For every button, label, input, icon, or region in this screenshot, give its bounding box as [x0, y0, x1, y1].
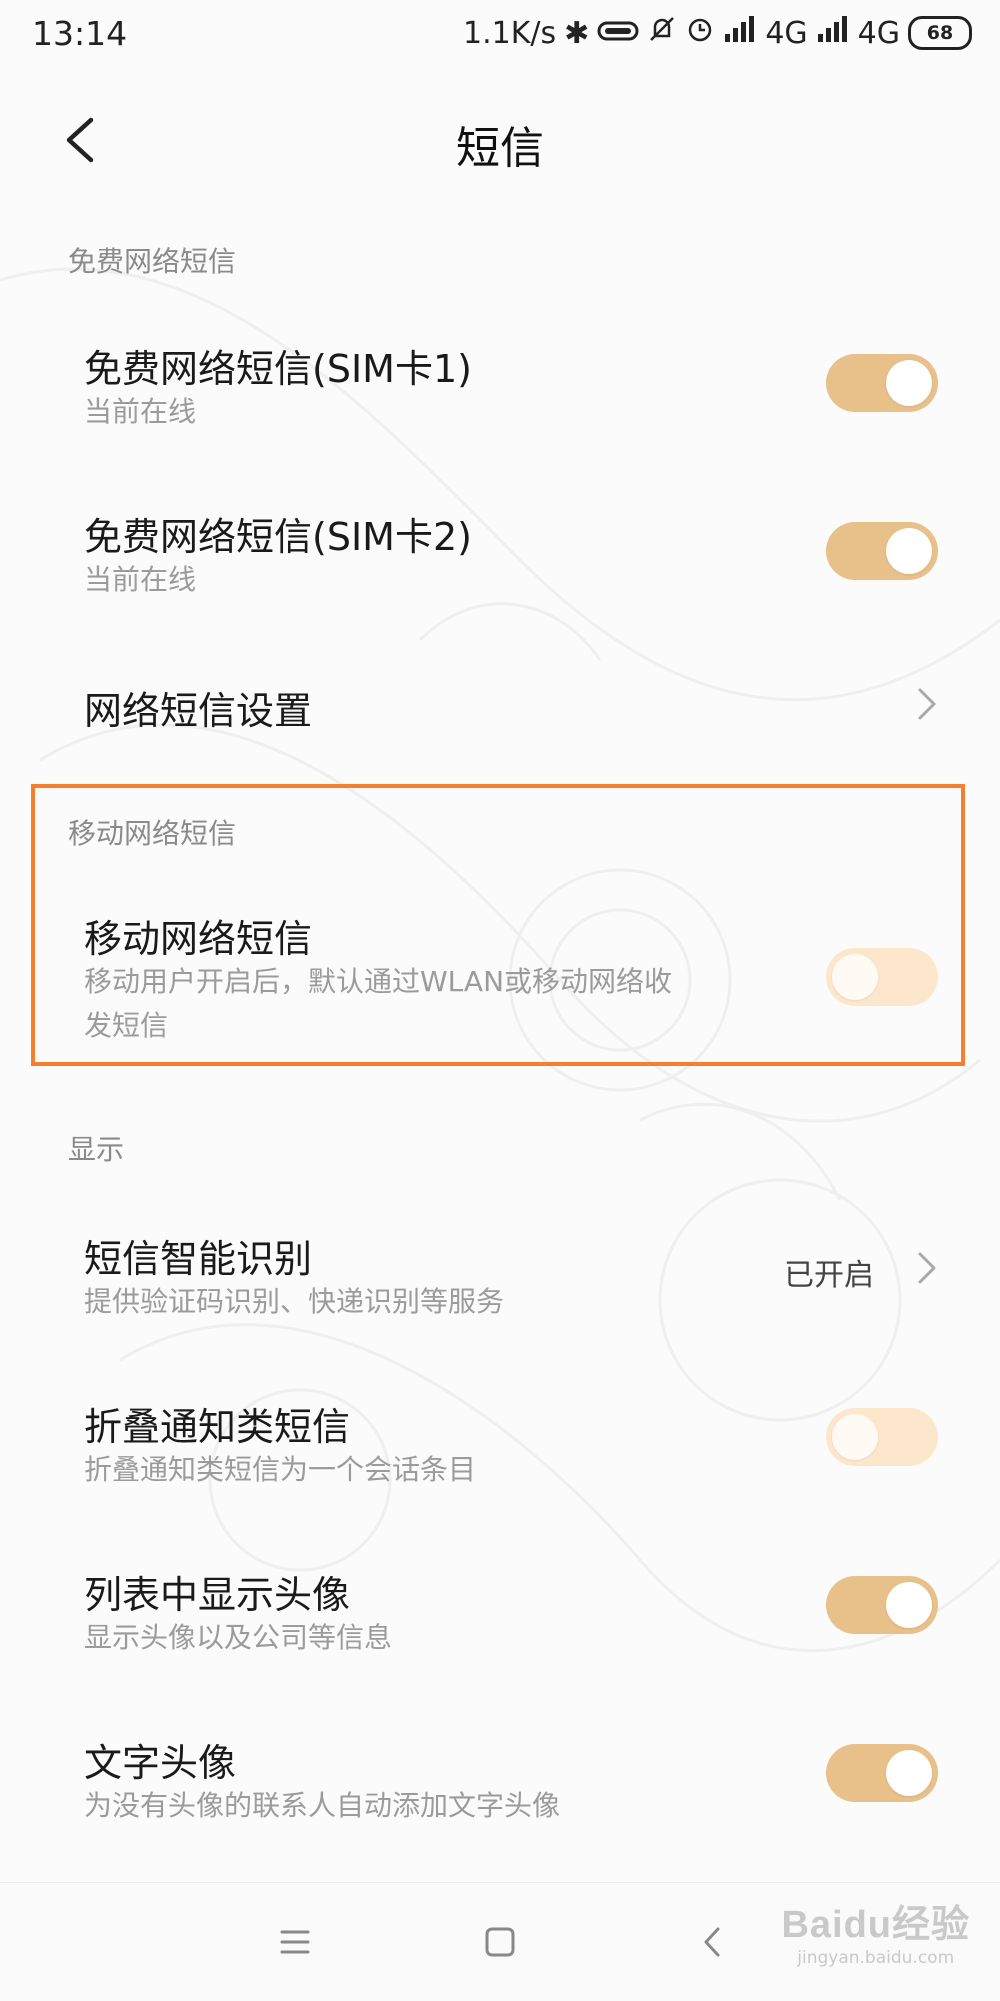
- setting-title: 免费网络短信(SIM卡1): [84, 347, 472, 391]
- header: 短信: [0, 80, 1000, 200]
- setting-title: 短信智能识别: [84, 1237, 313, 1281]
- setting-subtitle: 显示头像以及公司等信息: [84, 1621, 393, 1654]
- navigation-bar: Baidu经验 jingyan.baidu.com: [0, 1882, 1000, 2001]
- setting-smart-recognition[interactable]: 短信智能识别 提供验证码识别、快递识别等服务 已开启: [0, 1210, 1000, 1340]
- toggle-fold-notification-sms[interactable]: [826, 1408, 938, 1466]
- setting-free-sms-sim2[interactable]: 免费网络短信(SIM卡2) 当前在线: [0, 488, 1000, 618]
- status-bar: 13:14 1.1K/s ✱ 4G 4G 68: [0, 0, 1000, 70]
- home-icon: [485, 1927, 515, 1957]
- home-button[interactable]: [475, 1917, 525, 1967]
- setting-title: 文字头像: [84, 1741, 237, 1785]
- setting-title: 列表中显示头像: [84, 1573, 351, 1617]
- section-title-free: 免费网络短信: [68, 245, 237, 278]
- alarm-icon: [685, 14, 715, 52]
- signal-sim2-icon: [816, 14, 850, 52]
- status-time: 13:14: [32, 14, 128, 53]
- setting-fold-notification-sms[interactable]: 折叠通知类短信 折叠通知类短信为一个会话条目: [0, 1378, 1000, 1508]
- setting-subtitle: 折叠通知类短信为一个会话条目: [84, 1453, 477, 1486]
- baidu-watermark: Baidu经验 jingyan.baidu.com: [781, 1893, 970, 1968]
- setting-subtitle: 当前在线: [84, 395, 197, 428]
- toggle-knob: [886, 528, 932, 574]
- network-type-sim2: 4G: [857, 15, 900, 51]
- setting-show-avatar[interactable]: 列表中显示头像 显示头像以及公司等信息: [0, 1546, 1000, 1676]
- setting-subtitle: 提供验证码识别、快递识别等服务: [84, 1285, 505, 1318]
- section-title-display: 显示: [68, 1133, 125, 1166]
- setting-text-avatar[interactable]: 文字头像 为没有头像的联系人自动添加文字头像: [0, 1714, 1000, 1844]
- highlight-box: [31, 784, 965, 1066]
- chevron-right-icon: [918, 688, 936, 720]
- status-icons: 1.1K/s ✱ 4G 4G 68: [463, 14, 972, 52]
- nav-back-button[interactable]: [688, 1917, 738, 1967]
- toggle-text-avatar[interactable]: [826, 1744, 938, 1802]
- battery-icon: 68: [908, 16, 972, 50]
- toggle-show-avatar[interactable]: [826, 1576, 938, 1634]
- toggle-knob: [886, 1750, 932, 1796]
- network-type-sim1: 4G: [765, 15, 808, 51]
- toggle-knob: [886, 360, 932, 406]
- toggle-free-sms-sim2[interactable]: [826, 522, 938, 580]
- setting-network-sms-settings[interactable]: 网络短信设置: [0, 660, 1000, 750]
- setting-title: 折叠通知类短信: [84, 1405, 351, 1449]
- setting-free-sms-sim1[interactable]: 免费网络短信(SIM卡1) 当前在线: [0, 320, 1000, 450]
- chevron-right-icon: [918, 1252, 936, 1284]
- setting-title: 免费网络短信(SIM卡2): [84, 515, 472, 559]
- menu-button[interactable]: [270, 1917, 320, 1967]
- signal-sim1-icon: [723, 14, 757, 52]
- bluetooth-icon: ✱: [564, 15, 590, 51]
- toggle-knob: [832, 1414, 878, 1460]
- setting-title: 网络短信设置: [84, 689, 313, 733]
- watermark-url: jingyan.baidu.com: [797, 1948, 955, 1968]
- vpn-key-icon: [597, 16, 639, 51]
- toggle-free-sms-sim1[interactable]: [826, 354, 938, 412]
- setting-subtitle: 当前在线: [84, 563, 197, 596]
- mute-bell-icon: [647, 14, 677, 52]
- back-icon: [704, 1927, 720, 1957]
- net-speed: 1.1K/s: [463, 15, 557, 51]
- toggle-knob: [886, 1582, 932, 1628]
- setting-value: 已开启: [784, 1258, 874, 1293]
- watermark-logo: Baidu经验: [781, 1904, 970, 1946]
- setting-subtitle: 为没有头像的联系人自动添加文字头像: [84, 1789, 561, 1822]
- page-title: 短信: [456, 123, 544, 174]
- menu-icon: [280, 1930, 310, 1954]
